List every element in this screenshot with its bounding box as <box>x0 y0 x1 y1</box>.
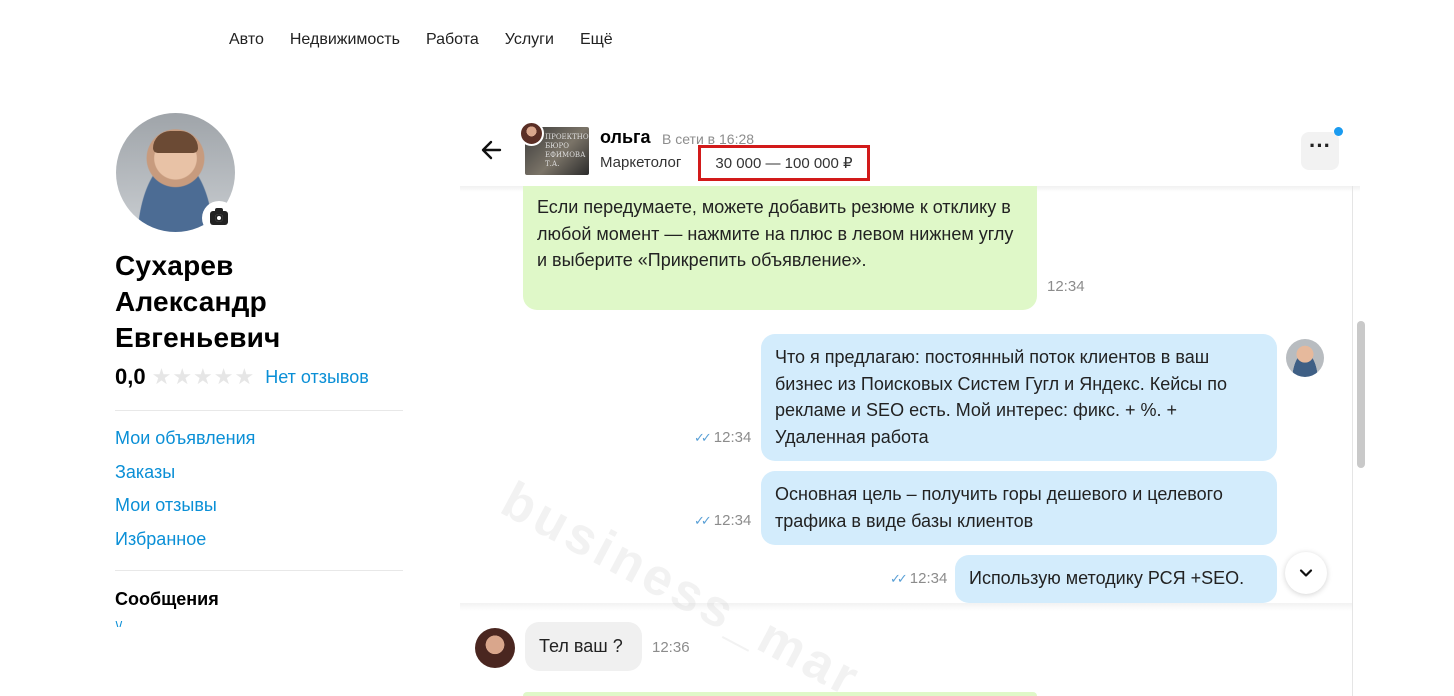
message-time-value: 12:34 <box>713 429 752 446</box>
outgoing-message: Использую методику РСЯ +SEO. <box>955 555 1277 603</box>
menu-item-orders[interactable]: Заказы <box>115 462 255 484</box>
contact-name[interactable]: ольга <box>600 127 651 148</box>
salary-range: 30 000 — 100 000 ₽ <box>715 155 853 172</box>
more-options-button[interactable]: ··· <box>1301 132 1339 170</box>
top-navigation: Авто Недвижимость Работа Услуги Ещё <box>229 31 613 49</box>
incoming-message-partial <box>523 692 1037 696</box>
rating-stars-icon: ★★★★★ <box>151 364 256 389</box>
profile-name-middle: Евгеньевич <box>115 322 281 353</box>
double-check-icon: ✓✓ <box>890 571 908 586</box>
profile-name-first: Александр <box>115 286 267 317</box>
section-shadow <box>460 603 1352 611</box>
incoming-message: Тел ваш ? <box>525 622 642 671</box>
truncated-text: \/ <box>115 621 127 627</box>
change-photo-button[interactable] <box>202 201 236 235</box>
menu-item-favorites[interactable]: Избранное <box>115 529 255 551</box>
contact-avatar <box>519 121 544 146</box>
message-time-value: 12:34 <box>713 512 752 529</box>
nav-item-services[interactable]: Услуги <box>505 31 554 49</box>
double-check-icon: ✓✓ <box>694 430 712 445</box>
profile-name: Сухарев Александр Евгеньевич <box>115 248 415 356</box>
message-time: 12:34 <box>1047 278 1085 295</box>
contact-avatar <box>475 628 515 668</box>
notification-dot <box>1334 127 1343 136</box>
message-time: ✓✓ 12:34 <box>890 570 947 587</box>
scrollbar-thumb[interactable] <box>1357 321 1365 468</box>
camera-icon <box>210 208 228 225</box>
profile-avatar[interactable] <box>116 113 236 235</box>
outgoing-message: Что я предлагаю: постоянный поток клиент… <box>761 334 1277 461</box>
nav-item-auto[interactable]: Авто <box>229 31 264 49</box>
message-time-value: 12:34 <box>909 570 948 587</box>
incoming-message: Если передумаете, можете добавить резюме… <box>523 186 1037 310</box>
messages-heading[interactable]: Сообщения <box>115 589 219 610</box>
rating-value: 0,0 <box>115 364 146 389</box>
profile-name-last: Сухарев <box>115 250 234 281</box>
reviews-link[interactable]: Нет отзывов <box>265 367 369 388</box>
outgoing-message: Основная цель – получить горы дешевого и… <box>761 471 1277 545</box>
menu-item-my-ads[interactable]: Мои объявления <box>115 428 255 450</box>
nav-item-more[interactable]: Ещё <box>580 31 613 49</box>
nav-item-realty[interactable]: Недвижимость <box>290 31 400 49</box>
message-time: ✓✓ 12:34 <box>694 429 751 446</box>
nav-item-jobs[interactable]: Работа <box>426 31 479 49</box>
scrollbar-track <box>1352 186 1353 696</box>
double-check-icon: ✓✓ <box>694 513 712 528</box>
profile-rating: 0,0 ★★★★★ Нет отзывов <box>115 364 369 390</box>
back-arrow-icon[interactable] <box>478 136 506 164</box>
message-time: ✓✓ 12:34 <box>694 512 751 529</box>
listing-title[interactable]: Маркетолог <box>600 154 681 171</box>
my-avatar <box>1286 339 1324 377</box>
profile-menu: Мои объявления Заказы Мои отзывы Избранн… <box>115 428 255 550</box>
message-time: 12:36 <box>652 639 690 656</box>
chevron-down-icon <box>1299 569 1313 577</box>
scroll-down-button[interactable] <box>1285 552 1327 594</box>
salary-highlight: 30 000 — 100 000 ₽ <box>698 145 870 181</box>
menu-item-my-reviews[interactable]: Мои отзывы <box>115 495 255 517</box>
divider <box>115 410 403 411</box>
divider <box>115 570 403 571</box>
